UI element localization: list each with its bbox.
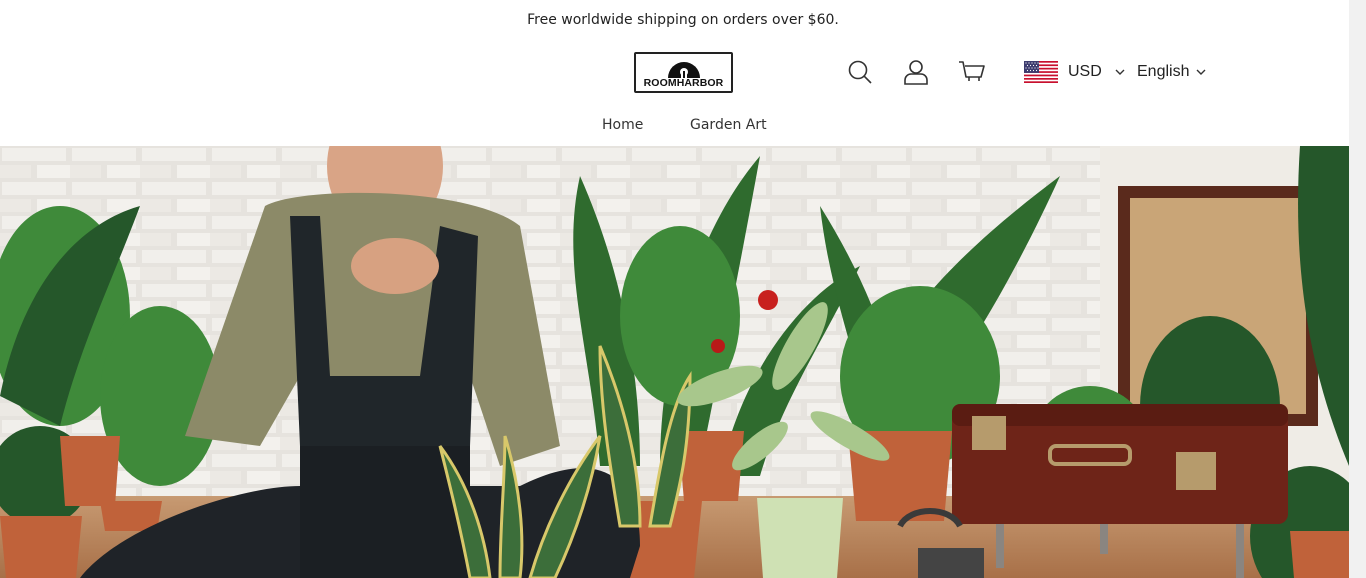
nav-item-garden-art[interactable]: Garden Art [690,117,767,133]
hero-banner[interactable] [0,146,1349,578]
cart-button[interactable] [958,58,986,86]
announcement-text: Free worldwide shipping on orders over $… [527,12,839,28]
main-nav: Home Garden Art [0,105,1366,146]
cart-icon [959,61,985,81]
search-button[interactable] [846,58,874,86]
account-button[interactable] [902,58,930,86]
logo-text: ROOMHARBOR [643,77,724,89]
store-logo[interactable]: ROOMHARBOR [634,52,733,93]
search-icon [848,60,872,84]
chevron-down-icon [1115,69,1125,75]
logo-dome-icon [667,62,700,78]
account-icon [904,60,928,85]
currency-label: USD [1068,63,1102,80]
currency-selector[interactable]: USD [1024,60,1126,84]
site-header: ROOMHARBOR USD English [0,40,1366,105]
announcement-bar: Free worldwide shipping on orders over $… [0,0,1366,40]
hero-image [0,146,1349,578]
language-label: English [1137,63,1190,80]
language-selector[interactable]: English [1137,60,1207,84]
nav-item-home[interactable]: Home [602,117,643,133]
us-flag-icon [1024,61,1058,83]
page-scrollbar[interactable] [1349,0,1366,578]
chevron-down-icon [1196,69,1206,75]
